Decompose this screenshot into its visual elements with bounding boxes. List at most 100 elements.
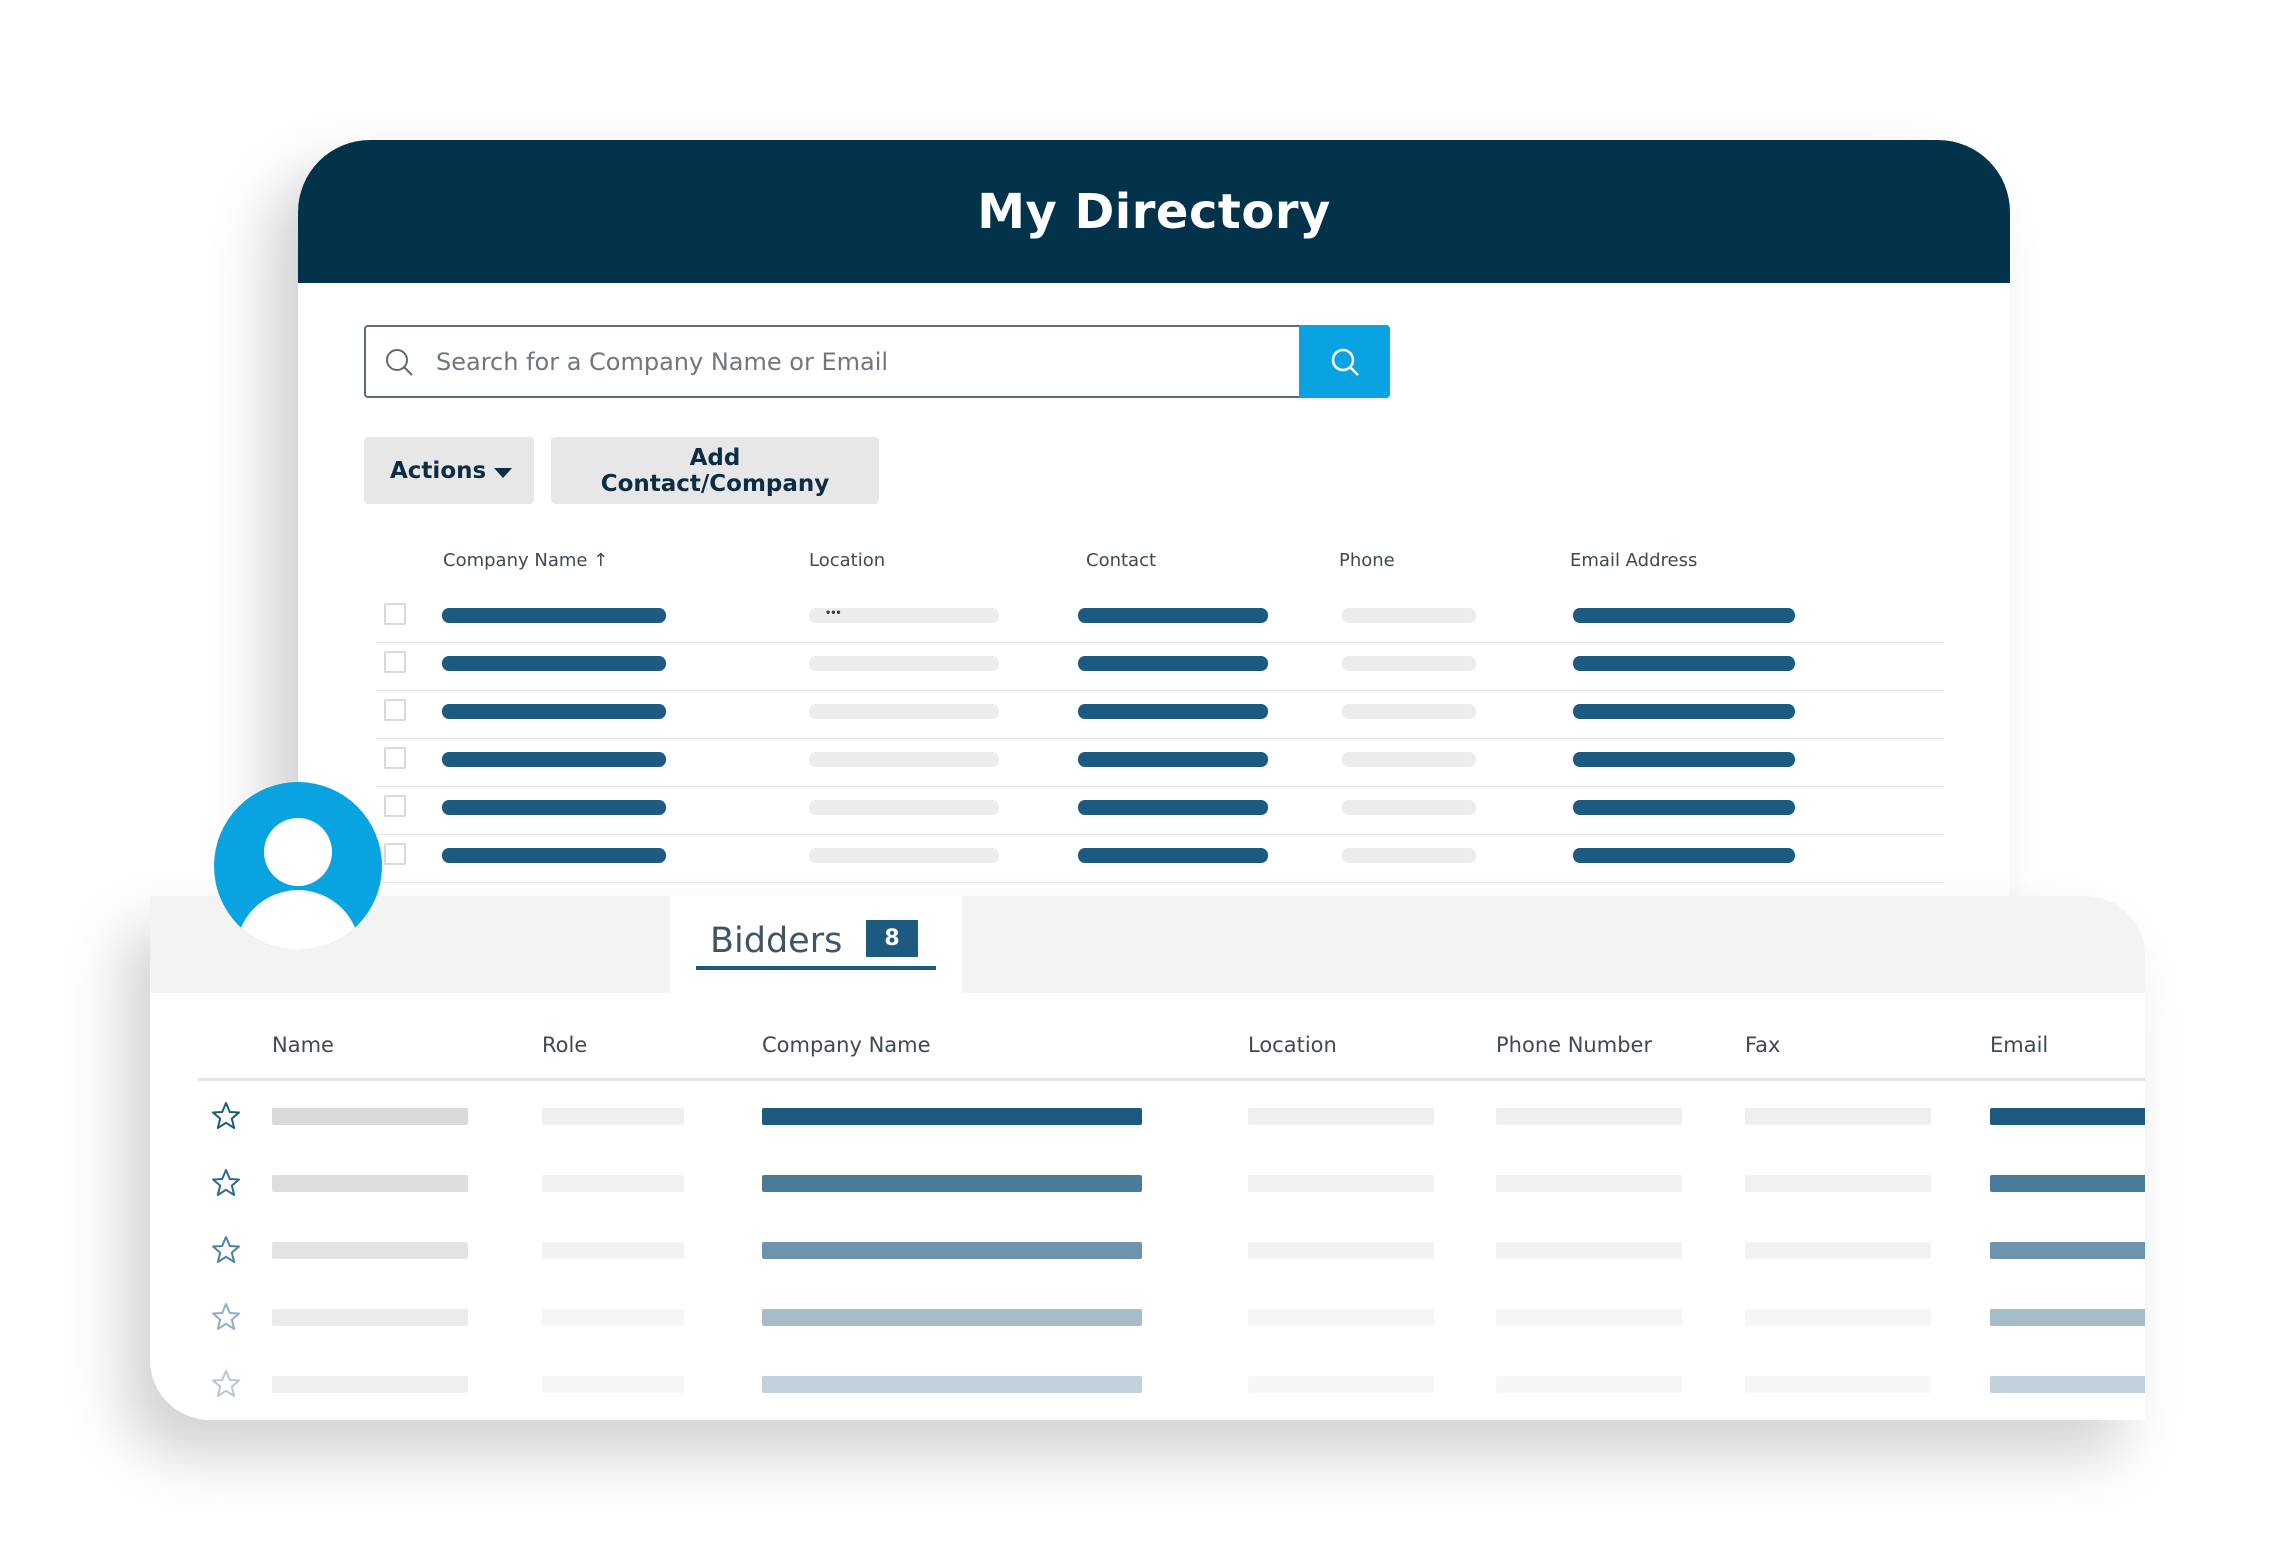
active-tab-indicator <box>696 966 936 970</box>
star-outline-icon[interactable] <box>210 1301 242 1333</box>
add-contact-company-button[interactable]: Add Contact/Company <box>551 437 879 504</box>
table-row[interactable] <box>150 1362 2145 1420</box>
star-outline-icon[interactable] <box>210 1234 242 1266</box>
table-row[interactable] <box>150 1094 2145 1160</box>
column-header-name[interactable]: Name <box>272 1033 334 1057</box>
column-header-phone-number[interactable]: Phone Number <box>1496 1033 1652 1057</box>
caret-down-icon <box>494 467 513 478</box>
location-placeholder <box>1248 1309 1434 1326</box>
email-placeholder <box>1990 1175 2145 1192</box>
role-placeholder <box>542 1242 684 1259</box>
company-name-placeholder <box>442 656 666 671</box>
email-placeholder <box>1573 608 1795 623</box>
page-title: My Directory <box>977 183 1331 240</box>
phone-number-placeholder <box>1496 1309 1682 1326</box>
column-header-company-name[interactable]: Company Name ↑ <box>443 550 608 571</box>
phone-placeholder <box>1342 704 1476 719</box>
star-outline-icon[interactable] <box>210 1100 242 1132</box>
location-placeholder <box>1248 1376 1434 1393</box>
table-header-divider <box>198 1078 2145 1081</box>
table-row[interactable] <box>376 835 1944 883</box>
email-placeholder <box>1990 1309 2145 1326</box>
company-name-placeholder <box>442 800 666 815</box>
column-header-contact[interactable]: Contact <box>1086 550 1156 571</box>
search-button[interactable] <box>1299 325 1390 398</box>
name-placeholder <box>272 1309 468 1326</box>
row-checkbox[interactable] <box>384 795 406 817</box>
directory-header: My Directory <box>298 140 2010 283</box>
role-placeholder <box>542 1108 684 1125</box>
contact-placeholder <box>1078 752 1268 767</box>
search-input[interactable] <box>436 327 1286 396</box>
column-header-email[interactable]: Email <box>1990 1033 2048 1057</box>
email-placeholder <box>1573 800 1795 815</box>
contact-placeholder <box>1078 656 1268 671</box>
contact-placeholder <box>1078 848 1268 863</box>
table-row[interactable] <box>376 787 1944 835</box>
company-name-placeholder <box>762 1175 1142 1192</box>
row-checkbox[interactable] <box>384 843 406 865</box>
row-checkbox[interactable] <box>384 603 406 625</box>
column-header-email-address[interactable]: Email Address <box>1570 550 1697 571</box>
email-placeholder <box>1573 752 1795 767</box>
more-icon[interactable]: ••• <box>826 605 842 619</box>
email-placeholder <box>1990 1376 2145 1393</box>
row-checkbox[interactable] <box>384 651 406 673</box>
search-icon <box>386 348 413 376</box>
phone-number-placeholder <box>1496 1175 1682 1192</box>
location-placeholder <box>1248 1175 1434 1192</box>
location-placeholder <box>809 752 999 767</box>
fax-placeholder <box>1745 1309 1931 1326</box>
phone-placeholder <box>1342 752 1476 767</box>
email-placeholder <box>1990 1108 2145 1125</box>
role-placeholder <box>542 1376 684 1393</box>
avatar-body <box>236 890 360 950</box>
table-row[interactable] <box>376 691 1944 739</box>
contact-placeholder <box>1078 608 1268 623</box>
company-name-placeholder <box>442 704 666 719</box>
phone-number-placeholder <box>1496 1108 1682 1125</box>
company-name-placeholder <box>762 1309 1142 1326</box>
search-icon <box>1331 348 1359 376</box>
table-row[interactable] <box>376 739 1944 787</box>
column-header-role[interactable]: Role <box>542 1033 587 1057</box>
column-header-phone[interactable]: Phone <box>1339 550 1395 571</box>
row-checkbox[interactable] <box>384 699 406 721</box>
fax-placeholder <box>1745 1376 1931 1393</box>
phone-number-placeholder <box>1496 1376 1682 1393</box>
email-placeholder <box>1990 1242 2145 1259</box>
location-placeholder <box>1248 1242 1434 1259</box>
column-header-location[interactable]: Location <box>1248 1033 1337 1057</box>
company-name-placeholder <box>762 1242 1142 1259</box>
table-row[interactable] <box>150 1295 2145 1361</box>
location-placeholder <box>1248 1108 1434 1125</box>
name-placeholder <box>272 1376 468 1393</box>
avatar-head <box>264 818 332 886</box>
name-placeholder <box>272 1175 468 1192</box>
contact-placeholder <box>1078 800 1268 815</box>
fax-placeholder <box>1745 1242 1931 1259</box>
table-row[interactable] <box>150 1161 2145 1227</box>
column-header-company-name[interactable]: Company Name <box>762 1033 931 1057</box>
add-contact-company-label: Add Contact/Company <box>600 444 830 497</box>
tab-bidders-label: Bidders <box>710 921 843 961</box>
table-row[interactable] <box>150 1228 2145 1294</box>
phone-placeholder <box>1342 608 1476 623</box>
column-header-fax[interactable]: Fax <box>1745 1033 1780 1057</box>
company-name-placeholder <box>442 752 666 767</box>
company-name-placeholder <box>442 608 666 623</box>
bidders-panel: Bidders 8 Name Role Company Name Locatio… <box>150 896 2145 1420</box>
column-header-location[interactable]: Location <box>809 550 885 571</box>
email-placeholder <box>1573 848 1795 863</box>
star-outline-icon[interactable] <box>210 1368 242 1400</box>
bidders-tab-bar <box>150 896 2145 993</box>
table-row[interactable] <box>376 643 1944 691</box>
email-placeholder <box>1573 704 1795 719</box>
search-box <box>364 325 1390 398</box>
row-checkbox[interactable] <box>384 747 406 769</box>
location-placeholder <box>809 704 999 719</box>
table-row[interactable]: ••• <box>376 595 1944 643</box>
star-outline-icon[interactable] <box>210 1167 242 1199</box>
actions-button[interactable]: Actions <box>364 437 534 504</box>
bidders-count-badge: 8 <box>866 920 918 957</box>
